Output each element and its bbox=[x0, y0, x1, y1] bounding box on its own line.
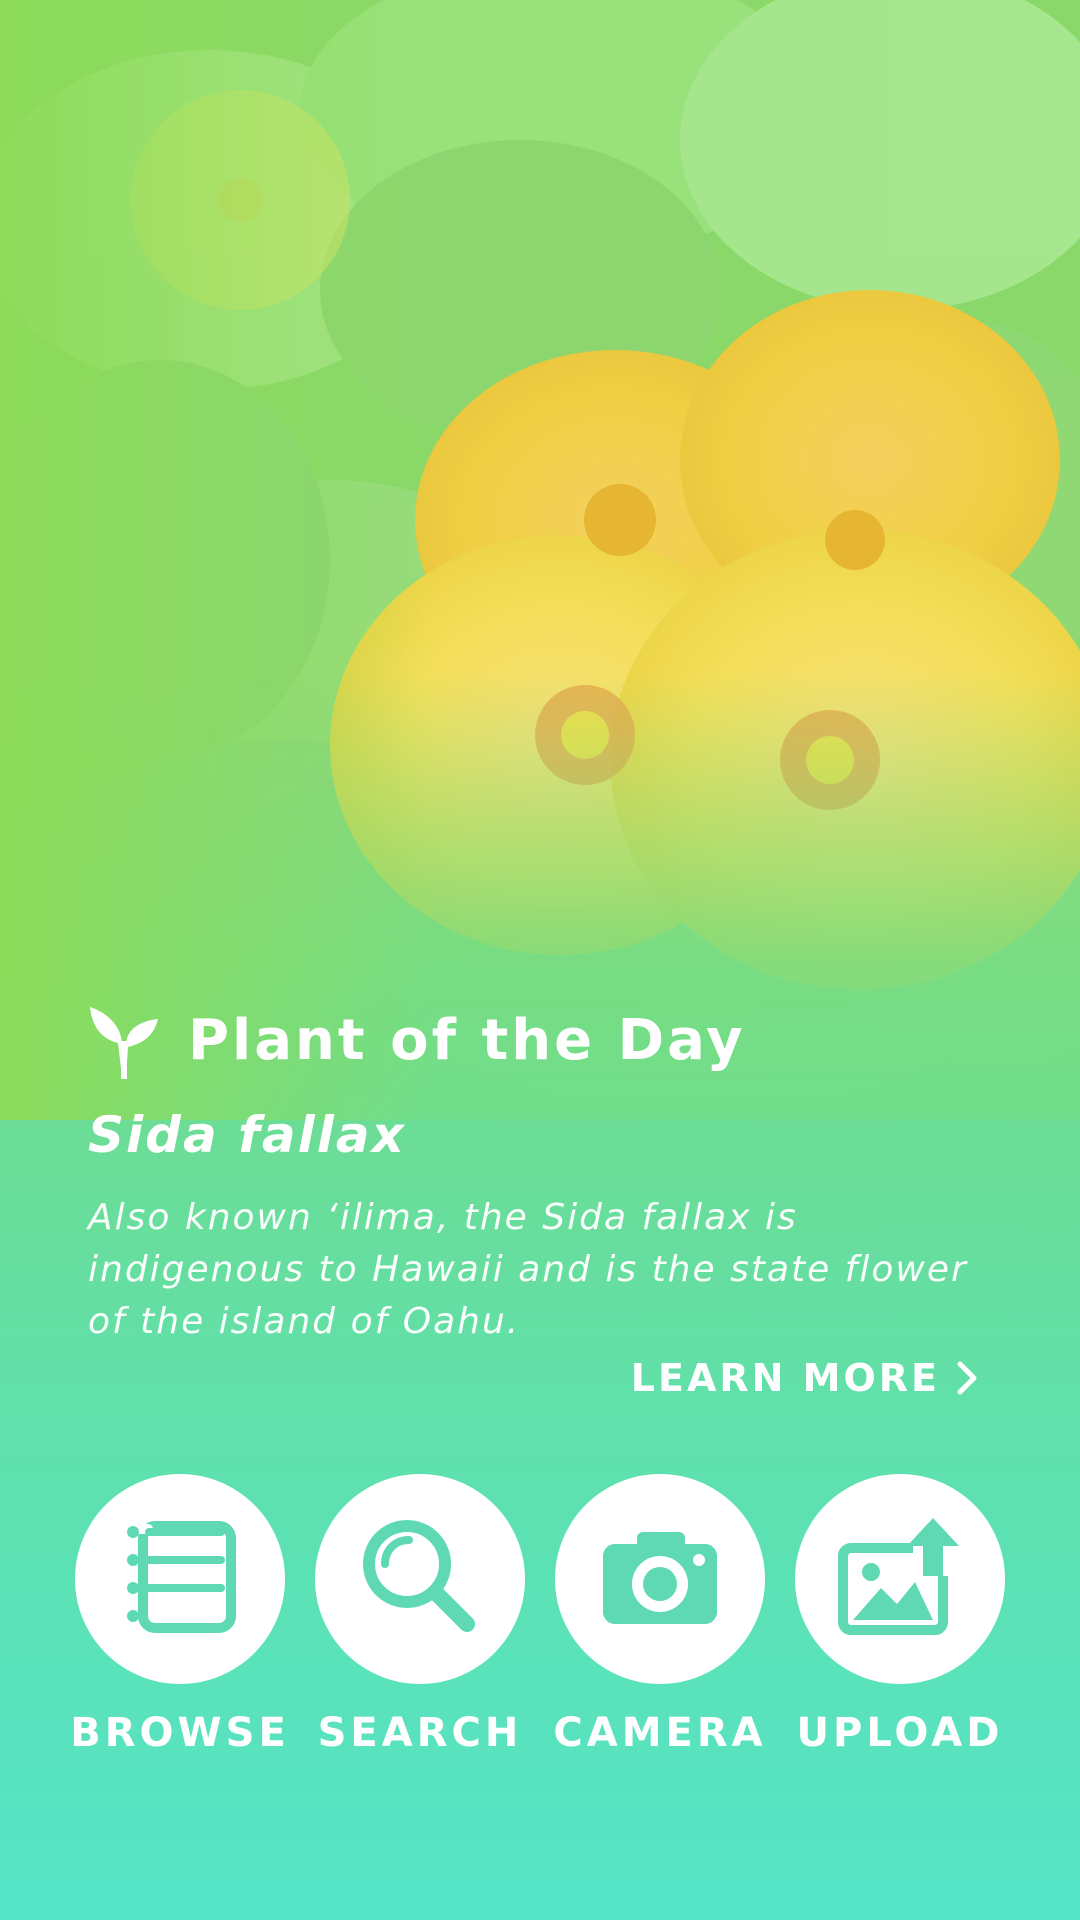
hero-flower-image bbox=[0, 0, 1080, 1120]
list-icon bbox=[115, 1512, 245, 1646]
upload-button[interactable]: UPLOAD bbox=[780, 1474, 1020, 1756]
upload-circle[interactable] bbox=[795, 1474, 1005, 1684]
camera-circle[interactable] bbox=[555, 1474, 765, 1684]
learn-more-label: LEARN MORE bbox=[630, 1356, 940, 1400]
search-icon bbox=[355, 1512, 485, 1646]
browse-circle[interactable] bbox=[75, 1474, 285, 1684]
browse-label: BROWSE bbox=[70, 1710, 290, 1756]
plant-name: Sida fallax bbox=[88, 1106, 406, 1164]
plant-of-the-day-heading: Plant of the Day bbox=[188, 1007, 746, 1073]
search-label: SEARCH bbox=[317, 1710, 523, 1756]
plant-of-the-day-card: Plant of the Day Sida fallax Also known … bbox=[88, 1000, 1008, 1348]
sprout-icon bbox=[88, 1001, 160, 1079]
upload-label: UPLOAD bbox=[796, 1710, 1004, 1756]
browse-button[interactable]: BROWSE bbox=[60, 1474, 300, 1756]
camera-icon bbox=[595, 1512, 725, 1646]
plant-of-the-day-header: Plant of the Day bbox=[88, 1000, 1008, 1080]
chevron-right-icon bbox=[956, 1360, 980, 1396]
plant-description: Also known ʻilima, the Sida fallax is in… bbox=[88, 1197, 968, 1342]
search-circle[interactable] bbox=[315, 1474, 525, 1684]
upload-image-icon bbox=[835, 1512, 965, 1646]
search-button[interactable]: SEARCH bbox=[300, 1474, 540, 1756]
camera-label: CAMERA bbox=[553, 1710, 767, 1756]
camera-button[interactable]: CAMERA bbox=[540, 1474, 780, 1756]
learn-more-link[interactable]: LEARN MORE bbox=[631, 1356, 980, 1400]
